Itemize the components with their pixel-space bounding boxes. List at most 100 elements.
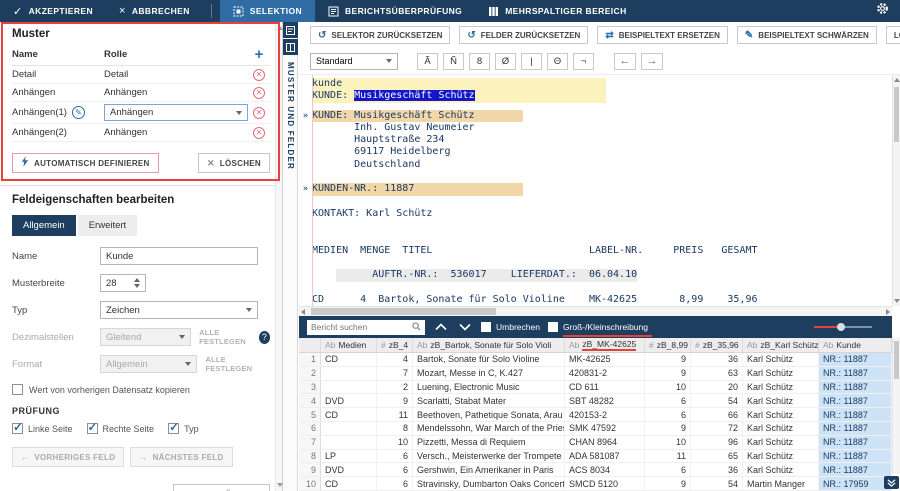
- field-highlight[interactable]: KUNDEN-NR.: 11887: [312, 183, 523, 195]
- column-header[interactable]: AbzB_MK-42625: [565, 338, 645, 352]
- report-line[interactable]: »KUNDE: Musikgeschäft Schütz: [299, 110, 892, 122]
- report-line[interactable]: KONTAKT: Karl Schütz: [299, 208, 892, 220]
- case-checkbox-row[interactable]: Groß-/Kleinschreibung: [548, 322, 648, 332]
- check-right-side[interactable]: Rechte Seite: [87, 423, 155, 434]
- report-line[interactable]: »KUNDEN-NR.: 11887: [299, 183, 892, 195]
- pattern-row-selected[interactable]: Anhängen(1) ✎ Anhängen ✕: [12, 102, 270, 124]
- table-vertical-scrollbar[interactable]: [892, 316, 900, 474]
- checked-checkbox[interactable]: [12, 423, 23, 434]
- delete-pattern-button[interactable]: ✕: [248, 69, 270, 81]
- copy-previous-checkbox[interactable]: [12, 384, 23, 395]
- case-checkbox[interactable]: [548, 322, 558, 332]
- tab-erweitert[interactable]: Erweitert: [78, 215, 137, 236]
- accept-button[interactable]: ✓ AKZEPTIEREN: [0, 0, 106, 22]
- delete-pattern-button[interactable]: ✕: [248, 127, 270, 139]
- left-panel-scrollbar[interactable]: [275, 22, 282, 491]
- scroll-left-arrow-icon[interactable]: [301, 309, 305, 315]
- help-icon[interactable]: ?: [259, 331, 270, 344]
- delete-pattern-button[interactable]: ✕: [248, 87, 270, 99]
- role-dropdown[interactable]: Anhängen: [104, 104, 248, 121]
- column-header[interactable]: AbKunde: [819, 338, 892, 352]
- checked-checkbox[interactable]: [87, 423, 98, 434]
- scrollbar-thumb[interactable]: [894, 341, 899, 379]
- checked-checkbox[interactable]: [168, 423, 179, 434]
- report-line[interactable]: [299, 257, 892, 269]
- search-box[interactable]: [307, 320, 425, 335]
- pattern-row[interactable]: Anhängen Anhängen ✕: [12, 84, 270, 102]
- selector-trap-line[interactable]: kunde: [299, 78, 892, 90]
- table-row[interactable]: 710Pizzetti, Messa di RequiemCHAN 896410…: [299, 436, 892, 450]
- type-dropdown[interactable]: Zeichen: [100, 301, 258, 319]
- report-line[interactable]: [299, 282, 892, 294]
- report-horizontal-scrollbar[interactable]: [299, 306, 892, 316]
- preset-dropdown[interactable]: Standard: [310, 53, 398, 70]
- sample-text-line[interactable]: KUNDE: Musikgeschäft Schütz: [299, 90, 892, 102]
- table-row[interactable]: 4DVD9Scarlatti, Stabat MaterSBT 48282654…: [299, 394, 892, 408]
- copy-previous-checkbox-row[interactable]: Wert von vorherigen Datensatz kopieren: [12, 384, 270, 395]
- pattern-row[interactable]: Anhängen(2) Anhängen ✕: [12, 124, 270, 142]
- report-vertical-scrollbar[interactable]: [892, 75, 900, 306]
- scroll-down-arrow-icon[interactable]: [894, 299, 900, 303]
- previous-field-button[interactable]: ← VORHERIGES FELD: [12, 447, 124, 467]
- search-previous-button[interactable]: [433, 319, 449, 335]
- wrap-checkbox[interactable]: [481, 322, 491, 332]
- delete-pattern-button[interactable]: ✕: [248, 107, 270, 119]
- report-line[interactable]: [299, 171, 892, 183]
- check-left-side[interactable]: Linke Seite: [12, 423, 73, 434]
- scroll-up-arrow-icon[interactable]: [894, 78, 900, 82]
- delete-pattern-menu-button[interactable]: LÖSCHMUSTER: [886, 26, 900, 44]
- blacken-sample-button[interactable]: ✎ BEISPIELTEXT SCHWÄRZEN: [737, 26, 877, 44]
- cancel-button[interactable]: × ABBRECHEN: [106, 0, 203, 22]
- field-name-input[interactable]: Kunde: [100, 247, 258, 265]
- trap-char-button[interactable]: Θ: [547, 53, 568, 70]
- report-line[interactable]: Inh. Gustav Neumeier: [299, 122, 892, 134]
- settings-gear-button[interactable]: [865, 0, 900, 22]
- undo-arrow-button[interactable]: ←: [614, 53, 636, 70]
- trap-char-button[interactable]: 8: [469, 53, 490, 70]
- search-next-button[interactable]: [457, 319, 473, 335]
- table-row[interactable]: 9DVD6Gershwin, Ein Amerikaner in ParisAC…: [299, 463, 892, 477]
- column-header[interactable]: #zB_8,99: [645, 338, 691, 352]
- report-text-area[interactable]: kunde KUNDE: Musikgeschäft Schütz »KUNDE…: [299, 75, 892, 306]
- tab-mehrspaltiger-bereich[interactable]: MEHRSPALTIGER BEREICH: [475, 0, 639, 22]
- check-type[interactable]: Typ: [168, 423, 199, 434]
- muster-felder-tab-icon[interactable]: [283, 22, 298, 38]
- side-tab-label[interactable]: MUSTER UND FELDER: [286, 62, 295, 170]
- report-line[interactable]: 69117 Heidelberg: [299, 146, 892, 158]
- table-row[interactable]: 1CD4Bartok, Sonate für Solo ViolineMK-42…: [299, 353, 892, 367]
- report-line[interactable]: CD 4 Bartok, Sonate für Solo Violine MK-…: [299, 294, 892, 306]
- scrollbar-thumb[interactable]: [894, 87, 899, 142]
- tab-berichtsueberpruefung[interactable]: BERICHTSÜBERPRÜFUNG: [315, 0, 475, 22]
- table-row[interactable]: 5CD11Beethoven, Pathetique Sonata, Arau4…: [299, 408, 892, 422]
- redo-arrow-button[interactable]: →: [641, 53, 663, 70]
- trap-char-button[interactable]: Ø: [495, 53, 516, 70]
- trap-char-button[interactable]: Ã: [417, 53, 438, 70]
- slider-handle[interactable]: [837, 323, 845, 331]
- auto-define-button[interactable]: AUTOMATISCH DEFINIEREN: [12, 153, 159, 173]
- zoom-slider[interactable]: [814, 323, 872, 331]
- report-line[interactable]: Hauptstraße 234: [299, 134, 892, 146]
- report-line[interactable]: Deutschland: [299, 159, 892, 171]
- pattern-width-stepper[interactable]: 28: [100, 274, 146, 292]
- field-highlight[interactable]: KUNDE: Musikgeschäft Schütz: [312, 110, 523, 122]
- row-number-header[interactable]: [299, 338, 321, 352]
- scroll-right-arrow-icon[interactable]: [886, 309, 890, 315]
- table-row[interactable]: 68Mendelssohn, War March of the PriestsS…: [299, 422, 892, 436]
- column-header[interactable]: #zB_35,96: [691, 338, 743, 352]
- column-header[interactable]: #zB_4: [377, 338, 413, 352]
- trap-char-button[interactable]: ¬: [573, 53, 594, 70]
- reset-fields-button[interactable]: ↺ FELDER ZURÜCKSETZEN: [459, 26, 588, 44]
- search-input[interactable]: [311, 322, 403, 332]
- pattern-row[interactable]: Detail Detail ✕: [12, 66, 270, 84]
- secondary-panel-tab-icon[interactable]: [283, 39, 298, 55]
- column-header[interactable]: AbMedien: [321, 338, 377, 352]
- table-row[interactable]: 27Mozart, Messe in C, K.427420831-2963Ka…: [299, 367, 892, 381]
- column-header[interactable]: AbzB_Bartok, Sonate für Solo Violi: [413, 338, 565, 352]
- edit-pencil-icon[interactable]: ✎: [72, 106, 85, 119]
- scrollbar-thumb[interactable]: [311, 308, 496, 315]
- trap-char-button[interactable]: |: [521, 53, 542, 70]
- tab-allgemein[interactable]: Allgemein: [12, 215, 76, 236]
- report-line[interactable]: [299, 233, 892, 245]
- trap-char-button[interactable]: Ñ: [443, 53, 464, 70]
- add-pattern-button[interactable]: +: [248, 50, 270, 60]
